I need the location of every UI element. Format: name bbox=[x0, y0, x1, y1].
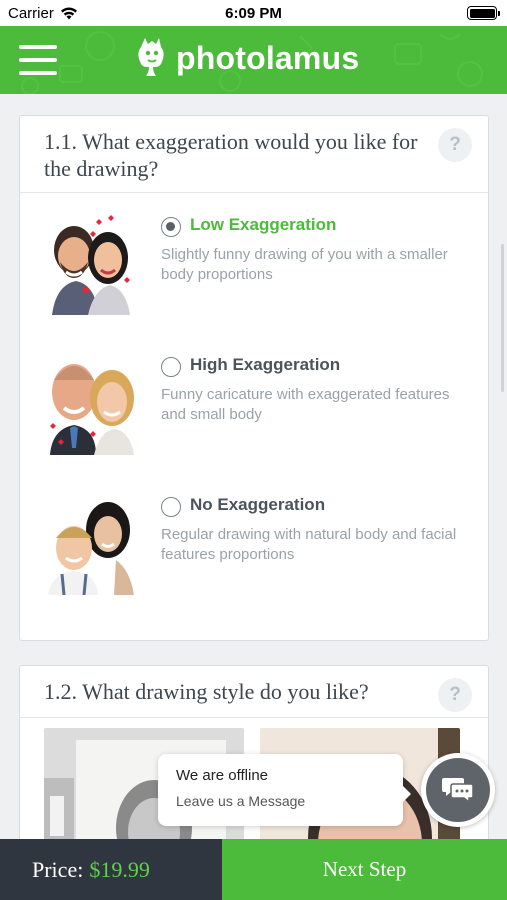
option-description: Slightly funny drawing of you with a sma… bbox=[161, 246, 448, 283]
chat-launcher-button[interactable] bbox=[421, 753, 495, 827]
chat-subtitle: Leave us a Message bbox=[176, 793, 306, 809]
radio-no-exaggeration[interactable] bbox=[161, 497, 181, 517]
question-title: 1.2. What drawing style do you like? bbox=[44, 679, 369, 704]
option-label: High Exaggeration bbox=[190, 355, 341, 374]
bottom-bar: Price: $19.99 Next Step bbox=[0, 839, 507, 900]
option-label: No Exaggeration bbox=[190, 495, 326, 514]
option-low-exaggeration[interactable]: Low Exaggeration Slightly funny drawing … bbox=[20, 210, 488, 320]
option-description: Funny caricature with exaggerated featur… bbox=[161, 386, 450, 423]
price-display: Price: $19.99 bbox=[0, 839, 222, 900]
scrollbar[interactable] bbox=[501, 244, 504, 392]
status-bar: Carrier 6:09 PM bbox=[0, 0, 507, 26]
llama-logo-icon bbox=[138, 38, 164, 76]
chat-icon-wrap bbox=[426, 758, 490, 822]
chat-bubbles-icon bbox=[442, 778, 474, 804]
carrier-label: Carrier bbox=[8, 4, 54, 22]
logo-text: photolamus bbox=[176, 39, 360, 76]
question-header: 1.1. What exaggeration would you like fo… bbox=[20, 116, 488, 193]
help-button[interactable]: ? bbox=[438, 128, 472, 162]
price-label: Price: bbox=[32, 856, 84, 882]
chat-offline-bubble[interactable]: We are offline Leave us a Message bbox=[158, 754, 411, 826]
question-card-exaggeration: 1.1. What exaggeration would you like fo… bbox=[19, 115, 489, 641]
content-scroll-area[interactable]: 1.1. What exaggeration would you like fo… bbox=[0, 94, 507, 839]
hamburger-menu-button[interactable] bbox=[19, 45, 57, 75]
status-left: Carrier bbox=[8, 5, 78, 22]
battery-icon bbox=[467, 6, 500, 20]
couple-drawing-image bbox=[48, 502, 134, 595]
option-description: Regular drawing with natural body and fa… bbox=[161, 526, 457, 563]
photolamus-logo: photolamus bbox=[136, 36, 359, 80]
couple-caricature-image bbox=[52, 215, 130, 315]
option-high-exaggeration[interactable]: High Exaggeration Funny caricature with … bbox=[20, 350, 488, 460]
app-header: photolamus bbox=[0, 26, 507, 94]
wifi-icon bbox=[60, 7, 77, 19]
option-label: Low Exaggeration bbox=[190, 215, 337, 234]
help-button[interactable]: ? bbox=[438, 678, 472, 712]
radio-high-exaggeration[interactable] bbox=[161, 357, 181, 377]
couple-caricature-image bbox=[50, 364, 134, 455]
option-no-exaggeration[interactable]: No Exaggeration Regular drawing with nat… bbox=[20, 490, 488, 600]
chat-title: We are offline bbox=[176, 767, 268, 784]
radio-low-exaggeration[interactable] bbox=[161, 217, 181, 237]
price-value: $19.99 bbox=[89, 856, 150, 882]
question-title: 1.1. What exaggeration would you like fo… bbox=[44, 129, 418, 181]
next-step-button[interactable]: Next Step bbox=[222, 839, 507, 900]
question-header: 1.2. What drawing style do you like? ? bbox=[20, 666, 488, 718]
